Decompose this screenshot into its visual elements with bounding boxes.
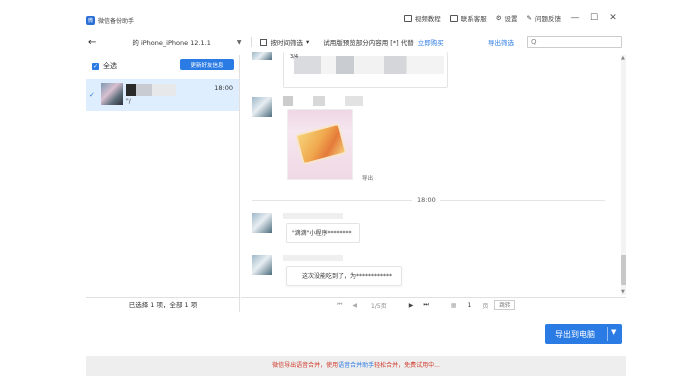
message-text: "滴滴"小程序******** bbox=[292, 230, 352, 237]
maximize-button[interactable]: ☐ bbox=[589, 13, 599, 23]
title-bar: 微 微信备份助手 视频教程 联系客服 ⚙ 设置 ✎ 问题反馈 — ☐ ✕ bbox=[86, 10, 626, 30]
back-arrow-icon[interactable]: ← bbox=[88, 37, 96, 48]
settings-button[interactable]: ⚙ 设置 bbox=[496, 13, 518, 23]
message-bubble: 3/4 bbox=[283, 52, 448, 88]
toolbar: ← 的 iPhone_iPhone 12.1.1 ▼ 按时间筛选 ▾ 试用版预览… bbox=[86, 34, 626, 50]
banner-prefix: 微信导出语音合并，使用 bbox=[272, 362, 339, 369]
avatar bbox=[252, 52, 272, 60]
next-page-icon[interactable]: ▶ bbox=[409, 302, 414, 309]
selection-summary: 已选择 1 项，全部 1 项 bbox=[86, 297, 240, 312]
video-tutorial-button[interactable]: 视频教程 bbox=[403, 13, 441, 23]
calendar-icon bbox=[260, 38, 268, 46]
message-text: 3/4 bbox=[290, 54, 299, 60]
contact-name-blurred bbox=[126, 84, 176, 96]
video-tutorial-label: 视频教程 bbox=[414, 15, 441, 23]
blurred-text bbox=[294, 56, 444, 74]
go-page-button[interactable]: 跳转 bbox=[494, 300, 516, 310]
pagination-bar: ⏮ ◀ 1/5页 ▶ ⏭ ▦ 1 页 跳转 bbox=[241, 297, 626, 312]
video-icon bbox=[403, 14, 412, 22]
chat-scrollbar[interactable]: ▲ ▼ bbox=[621, 55, 626, 295]
prev-page-icon[interactable]: ◀ bbox=[352, 302, 357, 309]
contact-time: 18:00 bbox=[214, 84, 233, 92]
chat-bubble-icon bbox=[449, 14, 458, 22]
banner-suffix: 轻松合并，免费试用中... bbox=[374, 362, 440, 369]
close-button[interactable]: ✕ bbox=[608, 13, 618, 23]
avatar bbox=[101, 83, 123, 105]
message-bubble: 这次没能吃到了，为************ bbox=[286, 266, 402, 286]
last-page-icon[interactable]: ⏭ bbox=[423, 301, 428, 309]
toolbar-divider bbox=[251, 37, 253, 47]
export-to-computer-button[interactable]: 导出到电脑 ▼ bbox=[545, 324, 622, 344]
button-divider bbox=[607, 327, 608, 341]
page-number-input[interactable]: 1 bbox=[464, 302, 474, 309]
feedback-label: 问题反馈 bbox=[535, 15, 561, 23]
time-filter-label: 按时间筛选 bbox=[270, 39, 303, 47]
scroll-down-icon[interactable]: ▼ bbox=[621, 289, 625, 295]
gear-icon: ⚙ bbox=[495, 14, 502, 22]
contact-support-label: 联系客服 bbox=[460, 15, 487, 23]
feedback-button[interactable]: ✎ 问题反馈 bbox=[527, 13, 561, 23]
food-image bbox=[294, 122, 348, 166]
minimize-button[interactable]: — bbox=[570, 13, 580, 23]
chevron-down-icon: ▾ bbox=[305, 38, 310, 46]
title-bar-actions: 视频教程 联系客服 ⚙ 设置 ✎ 问题反馈 — ☐ ✕ bbox=[403, 13, 618, 23]
voice-merge-link[interactable]: 语音合并助手 bbox=[338, 362, 374, 369]
scroll-thumb[interactable] bbox=[621, 255, 626, 285]
divider-line bbox=[252, 200, 412, 201]
checkbox-checked-icon: ✓ bbox=[92, 62, 99, 70]
message-bubble: "滴滴"小程序******** bbox=[286, 223, 360, 243]
chevron-down-icon[interactable]: ▼ bbox=[611, 328, 616, 336]
app-logo-icon: 微 bbox=[86, 15, 95, 25]
avatar bbox=[252, 97, 272, 117]
export-label: 导出到电脑 bbox=[555, 329, 595, 339]
device-selector[interactable]: 的 iPhone_iPhone 12.1.1 bbox=[132, 37, 210, 47]
contact-subtitle: "/ bbox=[126, 98, 131, 105]
image-caption: 导出 bbox=[362, 176, 374, 182]
sender-name-blurred bbox=[283, 213, 343, 219]
select-all-label: 全选 bbox=[103, 62, 117, 70]
message-text: 这次没能吃到了，为************ bbox=[302, 273, 393, 280]
select-all-checkbox[interactable]: ✓ 全选 bbox=[92, 61, 117, 71]
edit-icon: ✎ bbox=[526, 14, 532, 22]
page-info: 1/5页 bbox=[371, 302, 387, 310]
contact-list-panel: ✓ 全选 更新好友信息 ✓ "/ 18:00 bbox=[86, 55, 240, 312]
settings-label: 设置 bbox=[504, 15, 518, 23]
avatar bbox=[252, 255, 272, 275]
search-input[interactable]: Q bbox=[527, 36, 622, 48]
time-filter-button[interactable]: 按时间筛选 ▾ bbox=[260, 37, 309, 47]
avatar bbox=[252, 213, 272, 233]
export-filter-link[interactable]: 导出筛选 bbox=[488, 37, 514, 47]
app-title: 微信备份助手 bbox=[98, 17, 135, 25]
sender-name-blurred bbox=[283, 255, 343, 261]
first-page-icon[interactable]: ⏮ bbox=[337, 301, 342, 309]
divider-line bbox=[440, 200, 605, 201]
buy-now-link[interactable]: 立即购买 bbox=[418, 37, 444, 47]
page-jump-icon: ▦ bbox=[450, 301, 457, 309]
sender-name-blurred bbox=[283, 96, 363, 106]
contact-support-button[interactable]: 联系客服 bbox=[449, 13, 487, 23]
chevron-down-icon[interactable]: ▼ bbox=[237, 39, 242, 46]
image-message[interactable] bbox=[287, 109, 353, 180]
scroll-up-icon[interactable]: ▲ bbox=[621, 55, 625, 61]
search-icon: Q bbox=[531, 38, 537, 46]
check-icon[interactable]: ✓ bbox=[89, 91, 95, 99]
contact-list-item[interactable]: ✓ "/ 18:00 bbox=[86, 79, 239, 111]
trial-notice: 试用版预览部分内容用 [*] 代替 bbox=[323, 39, 414, 47]
update-friends-button[interactable]: 更新好友信息 bbox=[180, 59, 234, 70]
time-divider: 18:00 bbox=[413, 196, 440, 204]
promo-banner: 微信导出语音合并，使用语音合并助手轻松合并，免费试用中... bbox=[86, 356, 626, 376]
page-unit: 页 bbox=[482, 302, 489, 310]
